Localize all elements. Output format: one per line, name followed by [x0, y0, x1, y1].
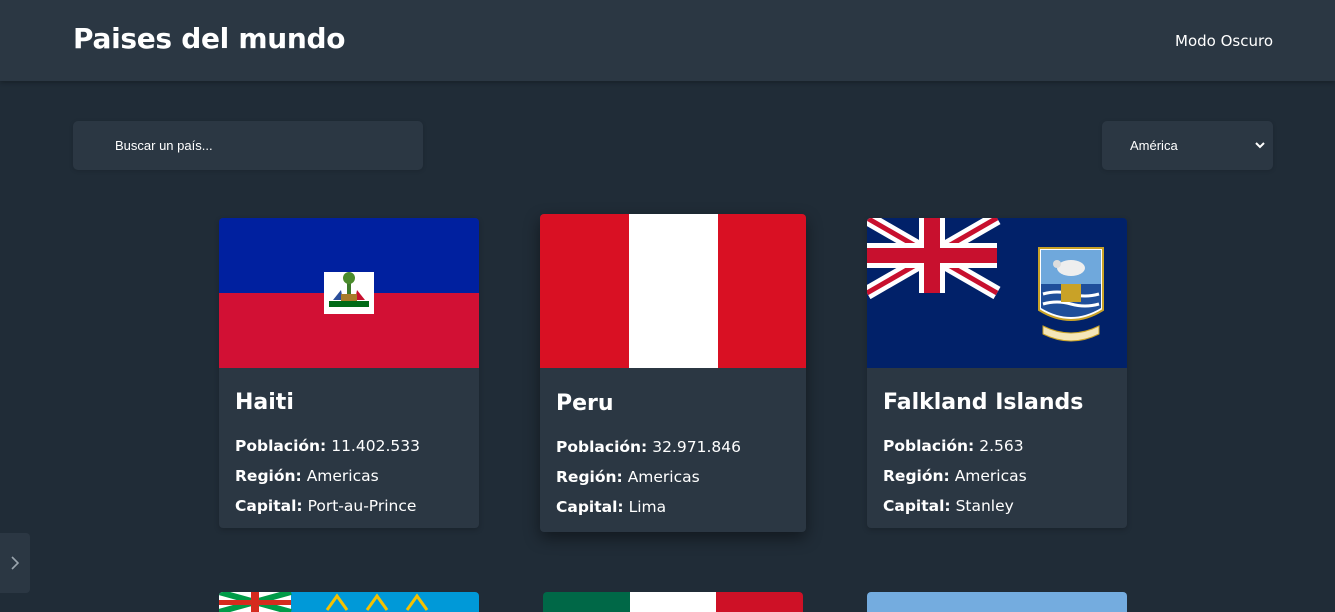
region-value: Americas	[306, 467, 379, 485]
chevron-down-icon	[1255, 142, 1265, 149]
theme-toggle-button[interactable]: Modo Oscuro	[1175, 32, 1273, 50]
population-row: Población: 11.402.533	[235, 431, 469, 461]
region-label: Región:	[556, 468, 623, 486]
region-label: Región:	[883, 467, 950, 485]
country-card-falkland-islands[interactable]: Falkland Islands Población: 2.563 Región…	[867, 218, 1127, 528]
flag-partial-2	[543, 592, 803, 612]
search-input[interactable]	[73, 121, 423, 170]
flag-partial-1	[219, 592, 479, 612]
flag-haiti	[219, 218, 479, 368]
app-title: Paises del mundo	[73, 22, 346, 55]
country-card-peru[interactable]: Peru Población: 32.971.846 Región: Ameri…	[540, 214, 806, 532]
population-row: Población: 2.563	[883, 431, 1117, 461]
capital-row: Capital: Lima	[556, 492, 796, 522]
region-value: Americas	[627, 468, 700, 486]
population-label: Población:	[883, 437, 975, 455]
region-label: Región:	[235, 467, 302, 485]
region-filter-value: América	[1130, 138, 1178, 153]
population-label: Población:	[556, 438, 648, 456]
region-value: Americas	[954, 467, 1027, 485]
population-value: 11.402.533	[331, 437, 420, 455]
flag-falkland-islands	[867, 218, 1127, 368]
region-row: Región: Americas	[235, 461, 469, 491]
capital-label: Capital:	[235, 497, 303, 515]
population-row: Población: 32.971.846	[556, 432, 796, 462]
flag-partial-3	[867, 592, 1127, 612]
capital-value: Stanley	[955, 497, 1014, 515]
country-name: Peru	[556, 391, 614, 416]
chevron-right-icon	[11, 556, 20, 570]
capital-row: Capital: Port-au-Prince	[235, 491, 469, 521]
capital-label: Capital:	[883, 497, 951, 515]
country-name: Haiti	[235, 390, 294, 415]
country-card-partial-3[interactable]	[867, 592, 1127, 612]
region-row: Región: Americas	[556, 462, 796, 492]
search-box[interactable]	[73, 121, 423, 170]
country-card-partial-1[interactable]	[219, 592, 479, 612]
app-header: Paises del mundo Modo Oscuro	[0, 0, 1335, 81]
capital-value: Lima	[628, 498, 667, 516]
flag-peru	[540, 214, 806, 368]
population-value: 2.563	[979, 437, 1024, 455]
population-value: 32.971.846	[652, 438, 741, 456]
region-row: Región: Americas	[883, 461, 1117, 491]
region-filter-select[interactable]: América	[1102, 121, 1273, 170]
capital-row: Capital: Stanley	[883, 491, 1117, 521]
capital-label: Capital:	[556, 498, 624, 516]
side-drawer-toggle[interactable]	[0, 533, 30, 593]
country-card-haiti[interactable]: Haiti Población: 11.402.533 Región: Amer…	[219, 218, 479, 528]
country-card-partial-2[interactable]	[543, 592, 803, 612]
capital-value: Port-au-Prince	[307, 497, 417, 515]
population-label: Población:	[235, 437, 327, 455]
country-name: Falkland Islands	[883, 390, 1084, 415]
